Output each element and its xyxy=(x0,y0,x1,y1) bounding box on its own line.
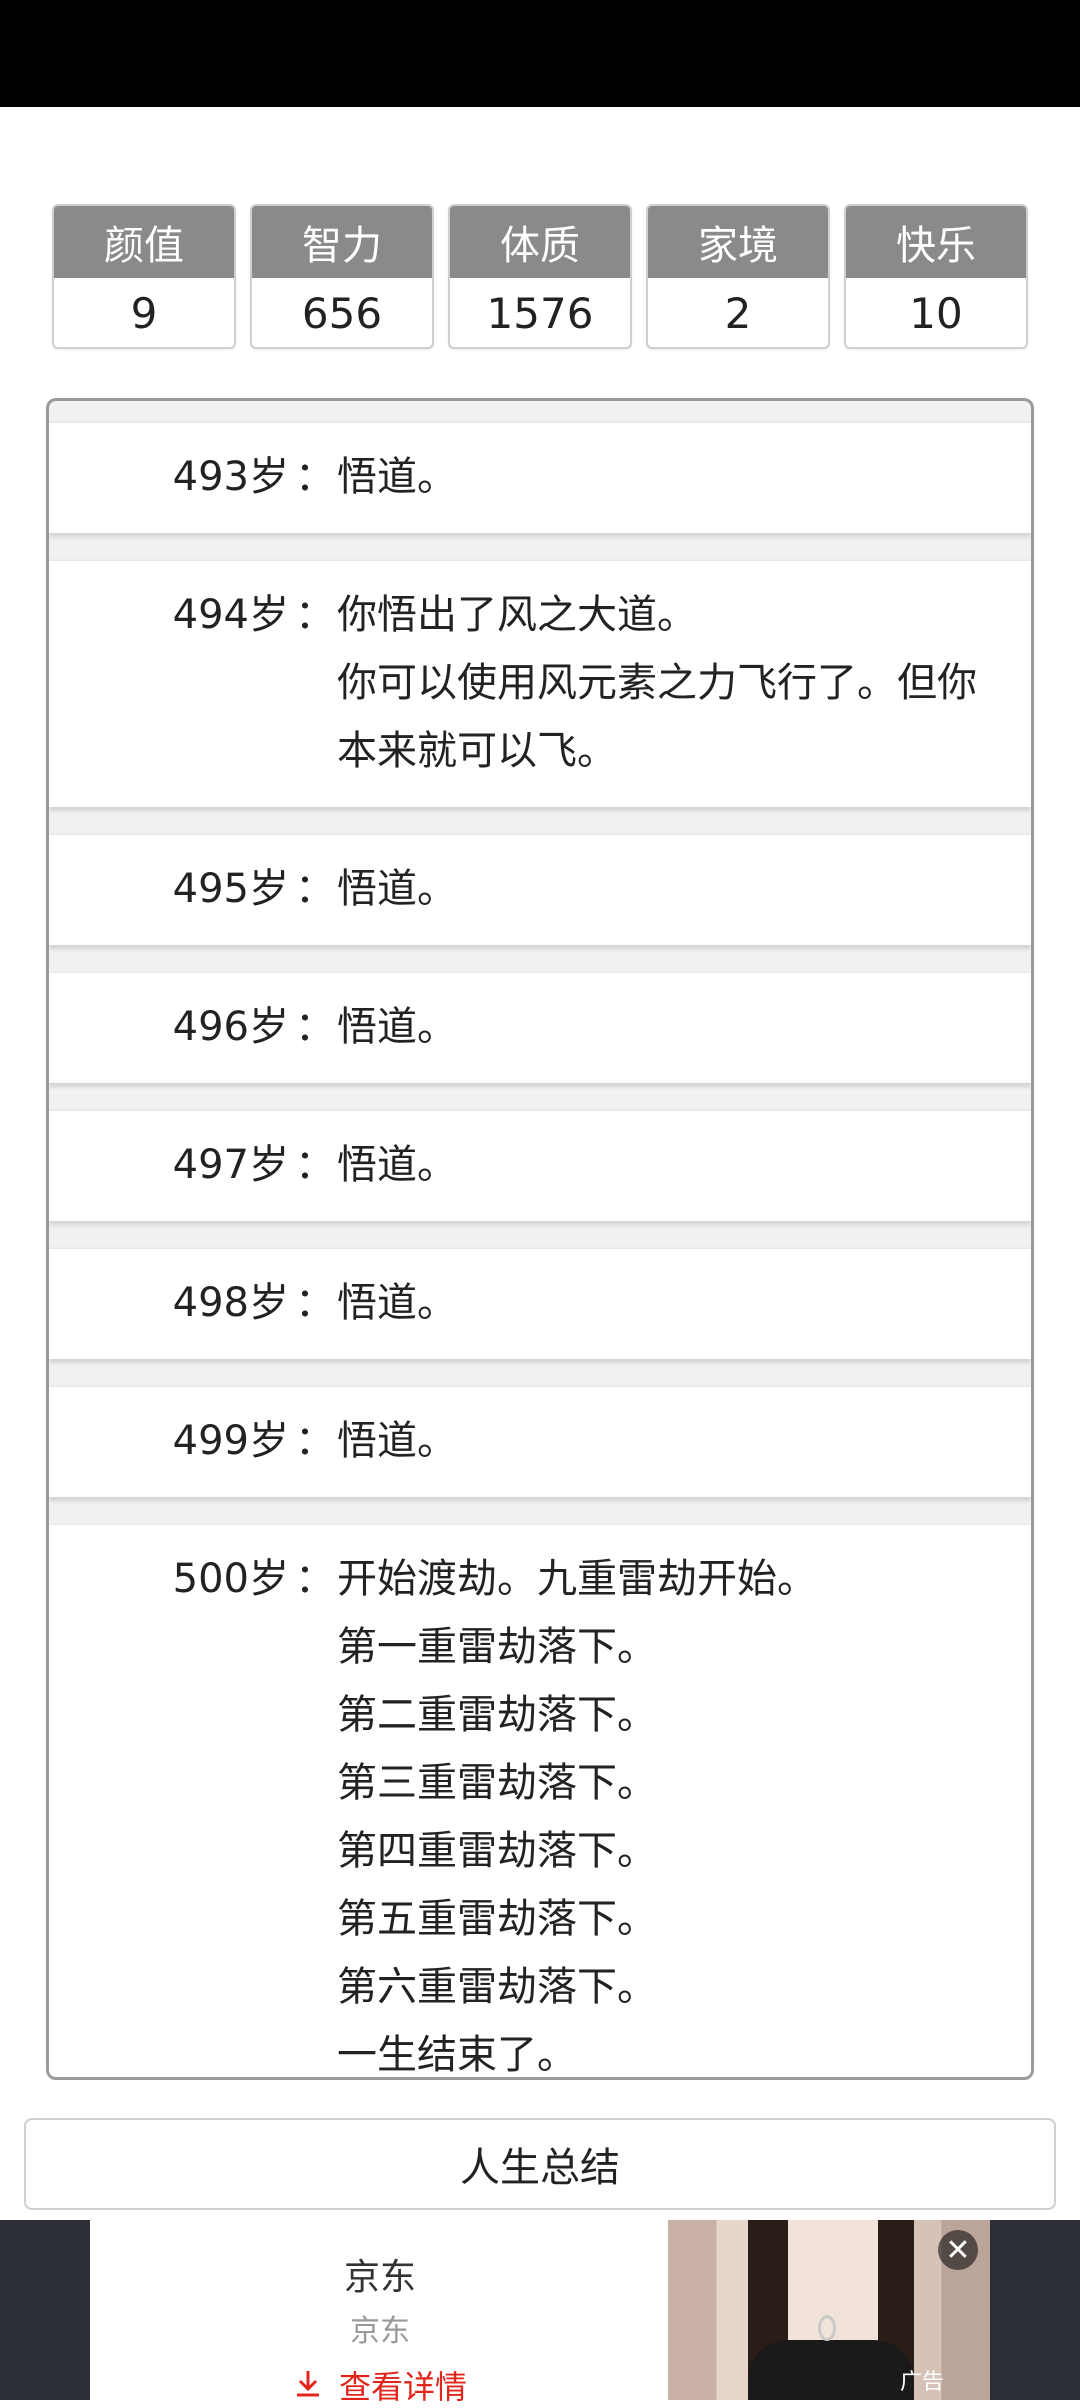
log-entry-age: 496岁 xyxy=(172,1004,289,1050)
log-entry-line: 悟道。 xyxy=(337,1004,457,1050)
log-entry-colon: ： xyxy=(295,1280,335,1326)
attribute-card-appearance: 颜值 9 xyxy=(52,204,236,349)
log-entry-age: 495岁 xyxy=(172,866,289,912)
event-log-list: 493岁：悟道。 494岁：你悟出了风之大道。 你可以使用风元素之力飞行了。但你 本来… xyxy=(49,401,1031,2078)
log-entry-text: 你悟出了风之大道。你可以使用风元素之力飞行了。但你 本来就可以飞。 xyxy=(337,581,1031,785)
attribute-card-family: 家境 2 xyxy=(646,204,830,349)
log-entry-colon: ： xyxy=(295,454,335,500)
status-bar xyxy=(0,0,1080,107)
log-entry-age: 497岁 xyxy=(172,1142,289,1188)
log-entry-colon: ： xyxy=(295,592,335,638)
ad-label: 广告 xyxy=(900,2370,945,2395)
log-entry-age: 499岁 xyxy=(172,1418,289,1464)
log-entry-age: 500岁 xyxy=(172,1556,289,1602)
log-entry-text: 悟道。 xyxy=(337,1131,1031,1199)
attribute-name: 体质 xyxy=(450,206,630,278)
log-entry-text: 开始渡劫。九重雷劫开始。 第一重雷劫落下。 第二重雷劫落下。 第三重雷劫落下。 第四重雷… xyxy=(337,1545,1031,2078)
log-entry-line: 你悟出了风之大道。 xyxy=(337,592,697,638)
log-entry-colon: ： xyxy=(295,1556,335,1602)
attribute-name: 颜值 xyxy=(54,206,234,278)
download-icon xyxy=(293,2368,323,2406)
ad-card[interactable]: 京东 京东 查看详情 xyxy=(90,2220,990,2406)
log-entry: 499岁：悟道。 xyxy=(49,1387,1031,1497)
log-entry-line: 你可以使用风元素之力飞行了。但你 xyxy=(337,660,977,706)
attribute-card-intelligence: 智力 656 xyxy=(250,204,434,349)
attribute-card-constitution: 体质 1576 xyxy=(448,204,632,349)
log-entry: 493岁：悟道。 xyxy=(49,423,1031,533)
ad-subtitle: 京东 xyxy=(350,2314,410,2349)
log-entry: 497岁：悟道。 xyxy=(49,1111,1031,1221)
log-entry-line: 第五重雷劫落下。 xyxy=(337,1896,657,1942)
close-icon[interactable]: ✕ xyxy=(938,2230,978,2270)
event-log[interactable]: 493岁：悟道。 494岁：你悟出了风之大道。 你可以使用风元素之力飞行了。但你 本来… xyxy=(46,398,1034,2080)
log-entry-colon: ： xyxy=(295,1142,335,1188)
log-entry-line: 一生结束了。 xyxy=(337,2032,577,2078)
log-entry-line: 悟道。 xyxy=(337,866,457,912)
attribute-name: 快乐 xyxy=(846,206,1026,278)
log-entry-line: 悟道。 xyxy=(337,1418,457,1464)
log-entry-age: 493岁 xyxy=(172,454,289,500)
log-entry: 496岁：悟道。 xyxy=(49,973,1031,1083)
log-entry-text: 悟道。 xyxy=(337,855,1031,923)
log-entry-line: 开始渡劫。九重雷劫开始。 xyxy=(337,1556,817,1602)
log-entry-colon: ： xyxy=(295,1418,335,1464)
attribute-card-happiness: 快乐 10 xyxy=(844,204,1028,349)
log-entry-line: 第六重雷劫落下。 xyxy=(337,1964,657,2010)
log-entry: 500岁：开始渡劫。九重雷劫开始。 第一重雷劫落下。 第二重雷劫落下。 第三重雷劫落下… xyxy=(49,1525,1031,2078)
log-entry: 495岁：悟道。 xyxy=(49,835,1031,945)
log-entry-age: 494岁 xyxy=(172,592,289,638)
log-entry-colon: ： xyxy=(295,866,335,912)
log-entry-line: 第三重雷劫落下。 xyxy=(337,1760,657,1806)
log-entry: 494岁：你悟出了风之大道。你可以使用风元素之力飞行了。但你 本来就可以飞。 xyxy=(49,561,1031,807)
attribute-value: 10 xyxy=(909,289,963,338)
log-entry-line: 悟道。 xyxy=(337,1142,457,1188)
log-entry-text: 悟道。 xyxy=(337,443,1031,511)
log-entry-line: 第一重雷劫落下。 xyxy=(337,1624,657,1670)
log-entry-colon: ： xyxy=(295,1004,335,1050)
attribute-panel: 颜值 9 智力 656 体质 1576 家境 2 快乐 10 xyxy=(52,204,1028,349)
attribute-name: 家境 xyxy=(648,206,828,278)
life-summary-button[interactable]: 人生总结 xyxy=(24,2118,1056,2210)
log-entry-text: 悟道。 xyxy=(337,993,1031,1061)
log-entry-line: 悟道。 xyxy=(337,454,457,500)
log-entry-line: 本来就可以飞。 xyxy=(337,728,617,774)
ad-details-link[interactable]: 查看详情 xyxy=(90,2362,670,2408)
log-entry-text: 悟道。 xyxy=(337,1269,1031,1337)
attribute-name: 智力 xyxy=(252,206,432,278)
log-entry-line: 第二重雷劫落下。 xyxy=(337,1692,657,1738)
log-entry-text: 悟道。 xyxy=(337,1407,1031,1475)
ad-details-label: 查看详情 xyxy=(338,2368,467,2406)
attribute-value: 2 xyxy=(724,289,752,338)
log-entry: 498岁：悟道。 xyxy=(49,1249,1031,1359)
log-entry-line: 悟道。 xyxy=(337,1280,457,1326)
log-entry-line: 第四重雷劫落下。 xyxy=(337,1828,657,1874)
attribute-value: 9 xyxy=(130,289,158,338)
attribute-value: 656 xyxy=(301,289,383,338)
ad-title: 京东 xyxy=(343,2257,416,2298)
attribute-value: 1576 xyxy=(486,289,594,338)
log-entry-age: 498岁 xyxy=(172,1280,289,1326)
